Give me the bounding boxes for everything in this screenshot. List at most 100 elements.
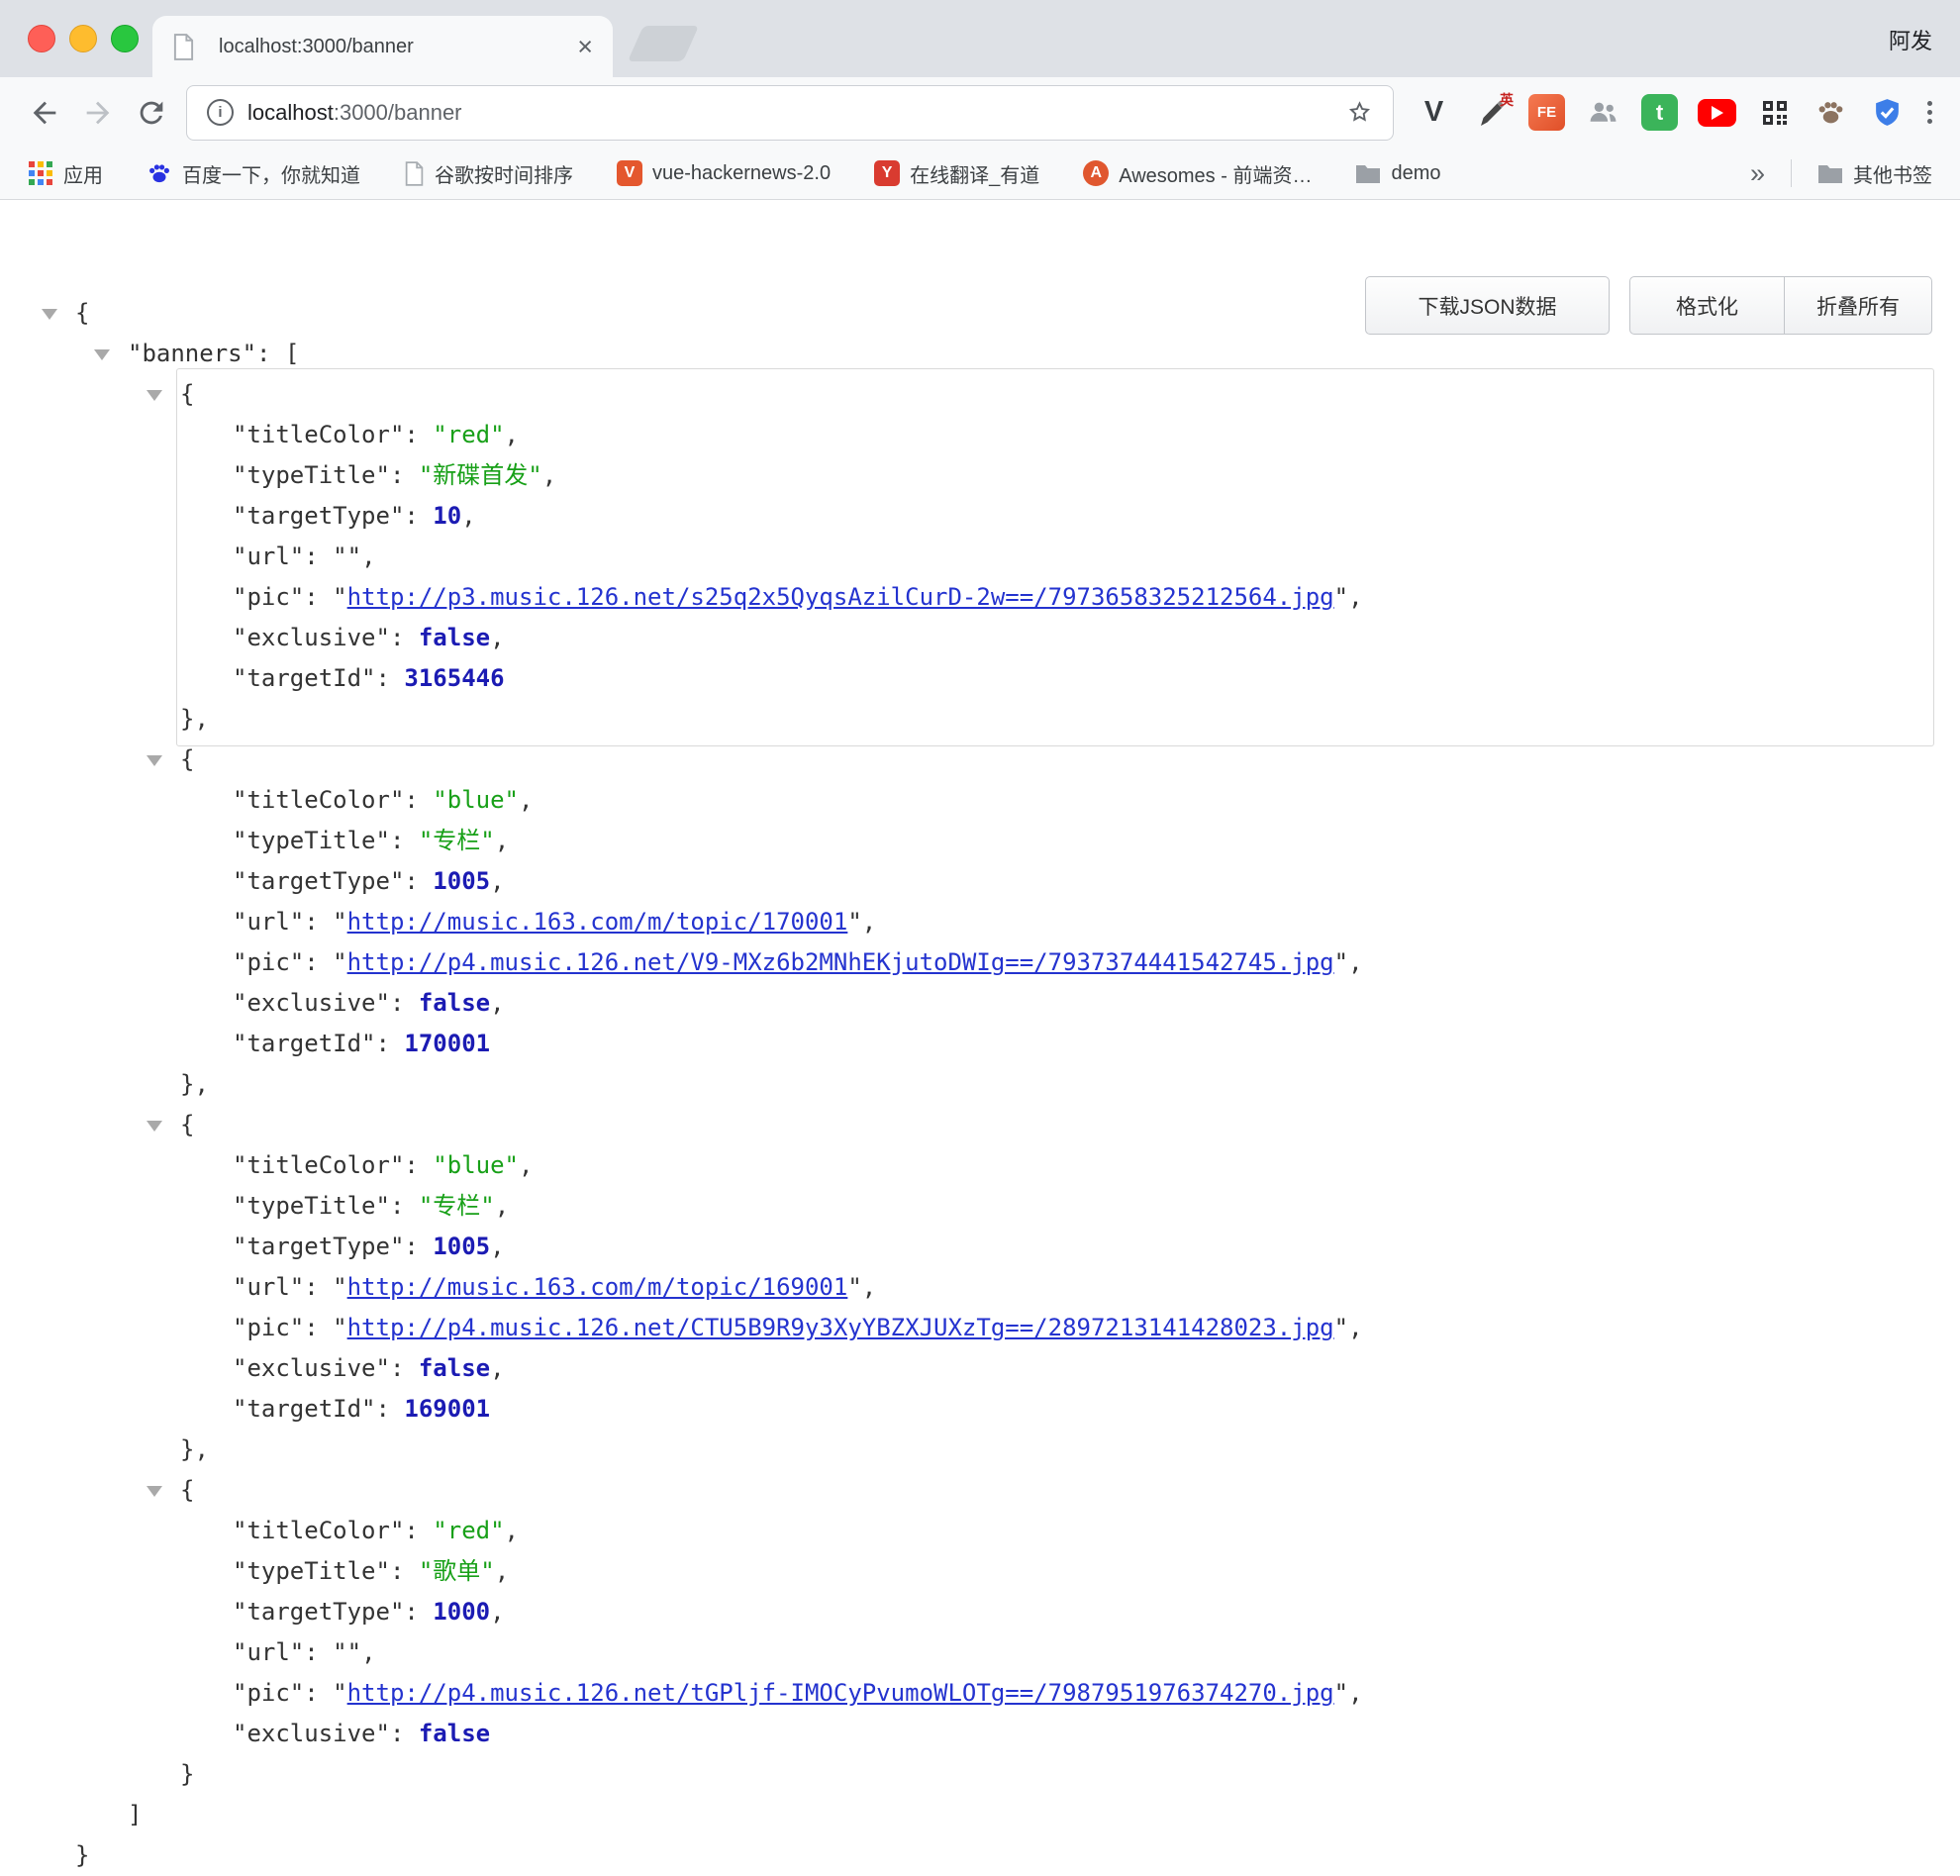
json-token: , (519, 1151, 533, 1179)
back-button[interactable] (18, 86, 71, 140)
json-token: : (390, 1354, 419, 1382)
bookmark-label: 谷歌按时间排序 (435, 159, 573, 188)
fullscreen-window-button[interactable] (111, 25, 139, 52)
active-tab[interactable]: localhost:3000/banner × (152, 16, 613, 77)
play-icon (1712, 106, 1723, 120)
forward-button[interactable] (71, 86, 125, 140)
fehelper-extension-icon[interactable]: FE (1528, 94, 1565, 131)
json-token: { (180, 380, 194, 408)
json-token: : (376, 1395, 405, 1423)
bookmarks-overflow-icon[interactable]: » (1750, 158, 1765, 189)
expander-icon[interactable] (94, 349, 110, 360)
json-url-link[interactable]: http://music.163.com/m/topic/170001 (347, 908, 848, 936)
json-token: " (333, 908, 346, 936)
json-line: "titleColor": "red", (0, 1511, 1960, 1551)
bookmark-item-demo[interactable]: demo (1355, 162, 1440, 185)
youdao-glyph: Y (882, 164, 893, 182)
bookmark-item-youdao[interactable]: Y 在线翻译_有道 (874, 159, 1039, 188)
json-token: 1005 (433, 1233, 490, 1260)
new-tab-button[interactable] (628, 26, 699, 61)
json-token: ] (128, 1801, 142, 1828)
profile-name[interactable]: 阿发 (1889, 24, 1932, 55)
json-line: "pic": "http://p3.music.126.net/s25q2x5Q… (0, 577, 1960, 618)
baidu-paw-icon (147, 160, 172, 186)
bookmark-star-icon[interactable] (1346, 99, 1373, 126)
json-token: : (404, 421, 433, 448)
json-token: , (505, 421, 519, 448)
json-token: , (495, 827, 509, 854)
json-line: "pic": "http://p4.music.126.net/V9-MXz6b… (0, 942, 1960, 983)
green-shield-glyph: t (1656, 102, 1663, 124)
json-token: : (404, 1517, 433, 1544)
minimize-window-button[interactable] (69, 25, 97, 52)
folder-icon (1817, 162, 1843, 184)
json-token: "歌单" (419, 1557, 495, 1585)
bookmark-item-apps[interactable]: 应用 (28, 159, 103, 188)
json-line: }, (0, 1064, 1960, 1105)
bookmark-item-baidu[interactable]: 百度一下，你就知道 (147, 159, 360, 188)
awesomes-a-icon: A (1083, 160, 1109, 186)
json-token: false (419, 989, 490, 1017)
browser-toolbar: i localhost:3000/banner V 英 FE t (0, 77, 1960, 148)
json-token: "url" (233, 543, 304, 570)
json-token: "pic" (233, 948, 304, 976)
qr-code-extension-icon[interactable] (1756, 94, 1793, 131)
json-token: , (495, 1192, 509, 1220)
page-info-icon[interactable]: i (207, 99, 234, 126)
bookmark-label: 在线翻译_有道 (910, 159, 1039, 188)
tab-close-icon[interactable]: × (577, 34, 593, 60)
json-url-link[interactable]: http://music.163.com/m/topic/169001 (347, 1273, 848, 1301)
bookmark-item-google-sort[interactable]: 谷歌按时间排序 (404, 159, 573, 188)
extensions-row: V 英 FE t (1416, 94, 1906, 131)
json-line: "typeTitle": "专栏", (0, 1186, 1960, 1227)
json-line: "typeTitle": "专栏", (0, 821, 1960, 861)
json-url-link[interactable]: http://p3.music.126.net/s25q2x5QyqsAzilC… (347, 583, 1334, 611)
json-token: : (404, 786, 433, 814)
json-line: "typeTitle": "新碟首发", (0, 455, 1960, 496)
json-token: : (404, 1598, 433, 1626)
json-url-link[interactable]: http://p4.music.126.net/CTU5B9R9y3XyYBZX… (347, 1314, 1334, 1341)
json-token: : (404, 502, 433, 530)
json-url-link[interactable]: http://p4.music.126.net/V9-MXz6b2MNhEKju… (347, 948, 1334, 976)
window-controls (28, 25, 139, 52)
vue-v-icon: V (617, 160, 642, 186)
json-token: "blue" (433, 786, 519, 814)
bookmark-item-awesomes[interactable]: A Awesomes - 前端资… (1083, 159, 1312, 188)
bookmark-item-vue-hackernews[interactable]: V vue-hackernews-2.0 (617, 160, 831, 186)
paw-extension-icon[interactable] (1813, 94, 1849, 131)
expander-icon[interactable] (147, 1121, 162, 1132)
json-token: "新碟首发" (419, 461, 542, 489)
expander-icon[interactable] (42, 309, 57, 320)
address-bar[interactable]: i localhost:3000/banner (186, 85, 1394, 141)
vimium-extension-icon[interactable]: V (1416, 94, 1452, 131)
close-window-button[interactable] (28, 25, 55, 52)
download-json-button[interactable]: 下载JSON数据 (1365, 276, 1610, 335)
json-url-link[interactable]: http://p4.music.126.net/tGPljf-IMOCyPvum… (347, 1679, 1334, 1707)
expander-icon[interactable] (147, 755, 162, 766)
reload-button[interactable] (125, 86, 178, 140)
json-token: : (304, 1638, 333, 1666)
people-extension-icon[interactable] (1585, 94, 1621, 131)
security-shield-extension-icon[interactable] (1869, 94, 1906, 131)
collapse-all-button[interactable]: 折叠所有 (1784, 276, 1932, 335)
json-line: "exclusive": false, (0, 1348, 1960, 1389)
json-token: : (390, 624, 419, 651)
expander-icon[interactable] (147, 1486, 162, 1497)
translate-pen-extension-icon[interactable]: 英 (1472, 94, 1509, 131)
chrome-menu-icon[interactable] (1927, 101, 1932, 124)
apps-grid-icon (28, 160, 53, 186)
expander-icon[interactable] (147, 390, 162, 401)
other-bookmarks[interactable]: 其他书签 (1817, 159, 1932, 188)
json-token: " (333, 948, 346, 976)
json-line: } (0, 1754, 1960, 1795)
format-button[interactable]: 格式化 (1629, 276, 1785, 335)
vue-glyph: V (625, 164, 636, 182)
page-favicon-icon (172, 34, 195, 60)
json-token: , (490, 1233, 504, 1260)
youtube-extension-icon[interactable] (1698, 99, 1736, 127)
green-shield-extension-icon[interactable]: t (1641, 94, 1678, 131)
bookmark-label: 应用 (63, 159, 103, 188)
json-token: , (490, 867, 504, 895)
json-token: "targetType" (233, 867, 404, 895)
json-token: "titleColor" (233, 1517, 404, 1544)
